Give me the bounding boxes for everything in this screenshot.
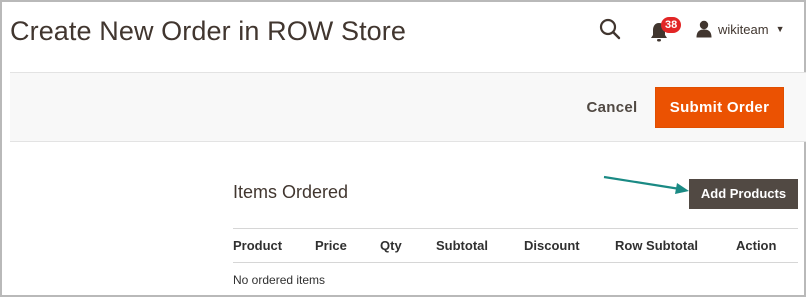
user-icon: [696, 20, 712, 38]
column-header-subtotal: Subtotal: [436, 238, 488, 253]
column-header-row-subtotal: Row Subtotal: [615, 238, 699, 253]
column-header-product: Product: [233, 238, 283, 253]
items-ordered-table: Product Price Qty Subtotal Discount Row …: [233, 228, 798, 287]
column-header-discount: Discount: [524, 238, 580, 253]
table-header-row: Product Price Qty Subtotal Discount Row …: [233, 228, 798, 263]
add-products-button[interactable]: Add Products: [689, 179, 798, 209]
search-button[interactable]: [596, 16, 624, 44]
column-header-qty: Qty: [380, 238, 402, 253]
cancel-button[interactable]: Cancel: [576, 94, 648, 122]
notifications-button[interactable]: 38: [646, 14, 682, 46]
page-frame: Create New Order in ROW Store 38 wikitea…: [0, 0, 806, 297]
submit-order-button[interactable]: Submit Order: [655, 87, 784, 128]
notifications-count-badge: 38: [661, 17, 682, 33]
page-actions-bar: Cancel Submit Order: [10, 72, 806, 142]
user-menu[interactable]: wikiteam ▼: [696, 17, 785, 41]
items-ordered-title: Items Ordered: [233, 182, 349, 202]
arrow-annotation-icon: [603, 175, 689, 194]
column-header-action: Action: [736, 238, 777, 253]
user-name: wikiteam: [718, 21, 769, 37]
caret-down-icon: ▼: [775, 24, 785, 34]
table-row: No ordered items: [233, 263, 798, 287]
empty-items-message: No ordered items: [233, 273, 326, 287]
search-icon: [599, 18, 621, 40]
page-title: Create New Order in ROW Store: [10, 16, 407, 46]
column-header-price: Price: [315, 238, 347, 253]
